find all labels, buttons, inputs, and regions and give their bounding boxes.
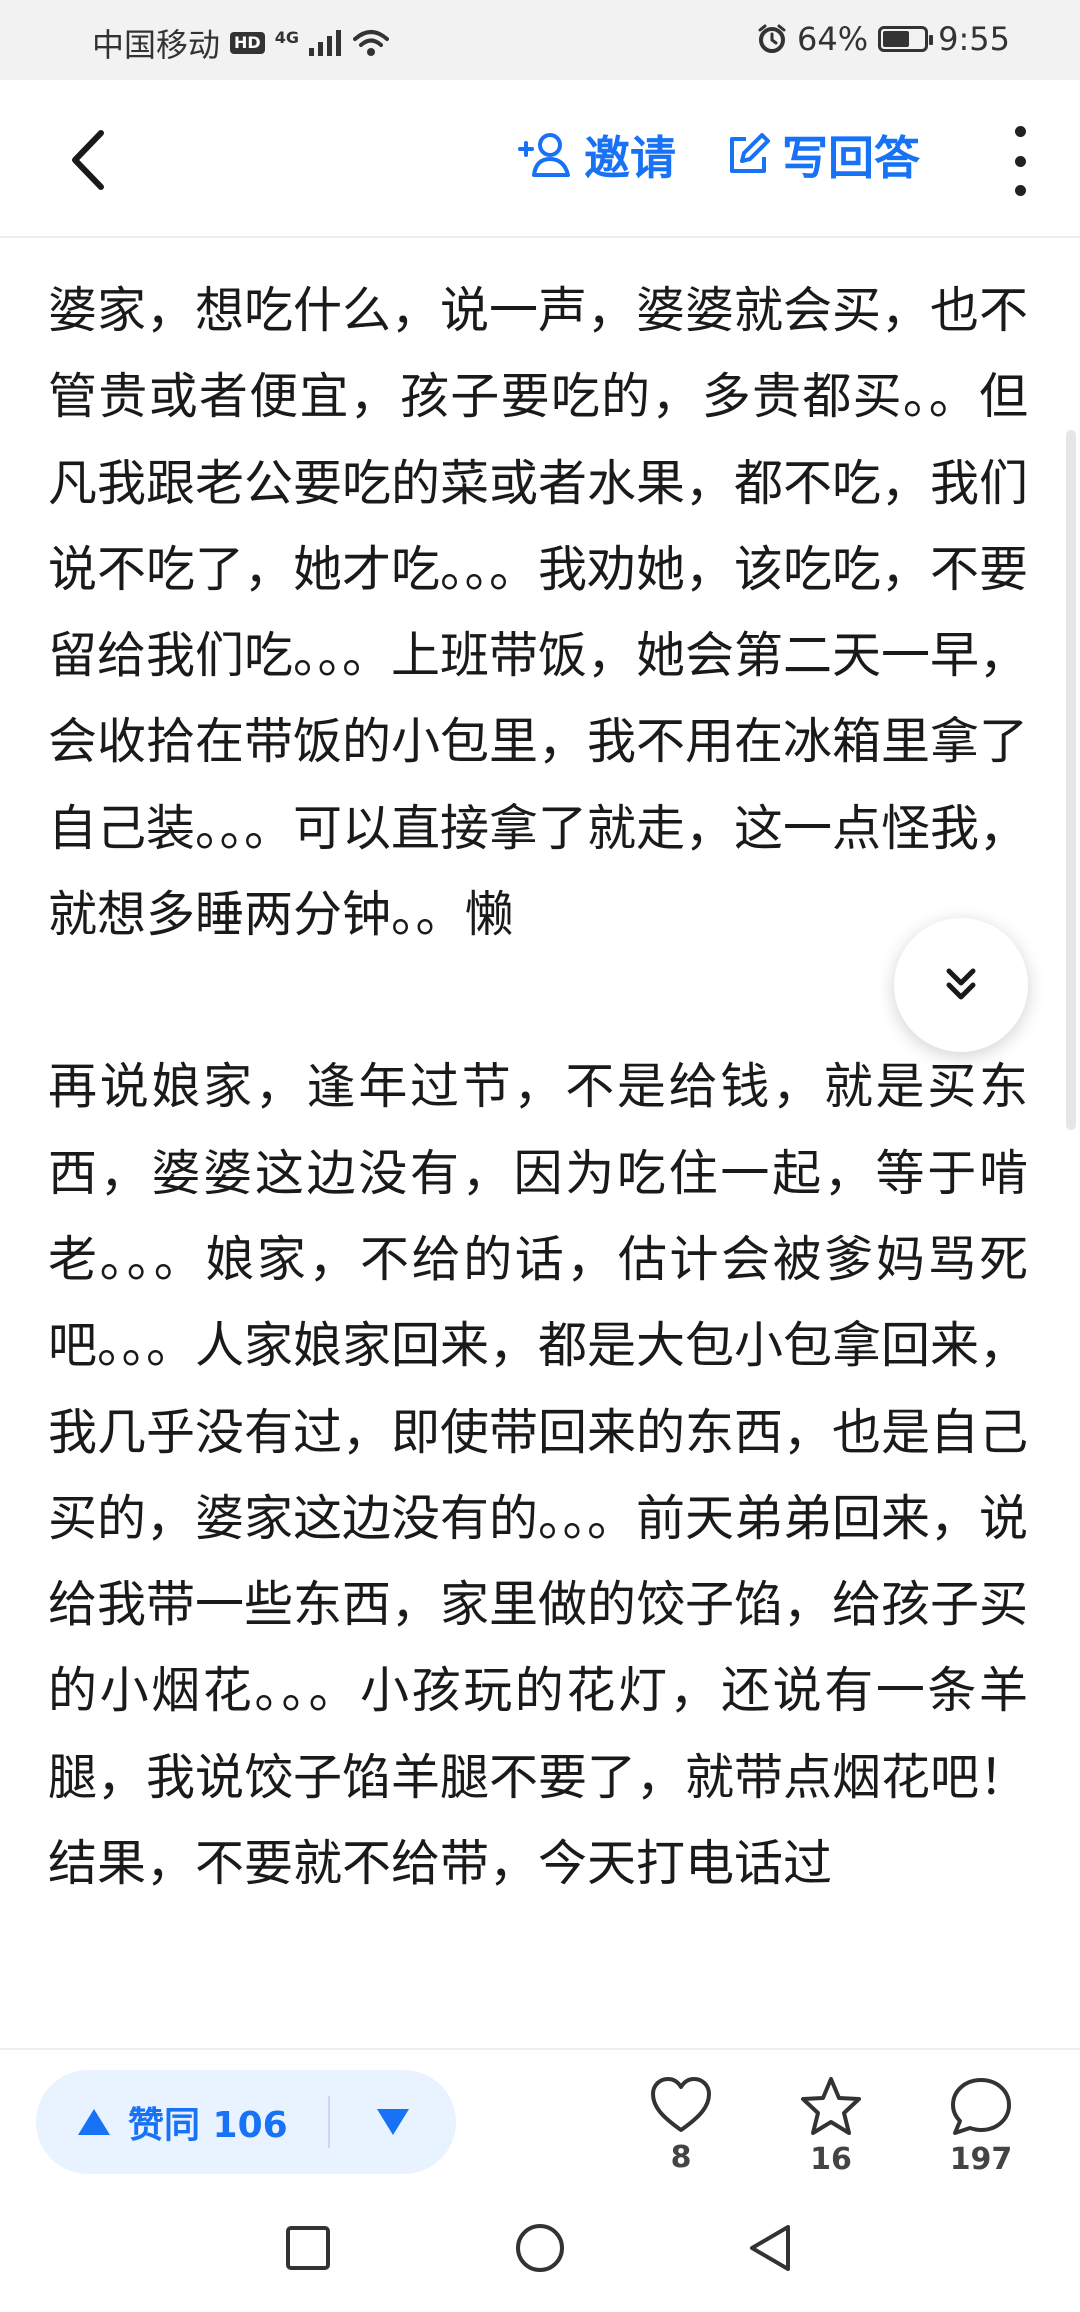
system-back-button[interactable] [730, 2208, 810, 2288]
comment-bubble-icon [951, 2078, 1011, 2135]
answer-paragraph: 再说娘家，逢年过节，不是给钱，就是买东西，婆婆这边没有，因为吃住一起，等于啃老。… [48, 1058, 1029, 1893]
write-answer-button[interactable]: 写回答 [726, 122, 920, 188]
recent-apps-button[interactable] [268, 2208, 348, 2288]
system-nav-bar [0, 2178, 1080, 2312]
network-type: 4G [274, 27, 299, 47]
write-answer-label: 写回答 [782, 131, 920, 185]
double-chevron-down-icon [946, 968, 976, 1000]
invite-label: 邀请 [584, 131, 676, 185]
carrier-name: 中国移动 [92, 26, 221, 64]
edit-icon [730, 133, 770, 173]
like-count: 8 [670, 2140, 692, 2175]
circle-icon [516, 2224, 564, 2272]
more-vertical-icon [1014, 126, 1026, 137]
triangle-back-icon [750, 2225, 790, 2271]
answer-action-bar: 赞同 106 8 16 197 [0, 2048, 1080, 2180]
invite-button[interactable]: 邀请 [518, 122, 676, 188]
status-right: 64% 9:55 [757, 20, 1010, 58]
star-icon [801, 2077, 861, 2135]
vote-control: 赞同 106 [36, 2070, 456, 2174]
answer-paragraph: 婆家，想吃什么，说一声，婆婆就会买，也不管贵或者便宜，孩子要吃的，多贵都买。。但… [48, 282, 1029, 944]
add-user-icon [518, 133, 570, 177]
downvote-button[interactable] [330, 2070, 456, 2174]
square-icon [286, 2226, 330, 2270]
scrollbar[interactable] [1066, 430, 1076, 1130]
answer-content: 婆家，想吃什么，说一声，婆婆就会买，也不管贵或者便宜，孩子要吃的，多贵都买。。但… [48, 268, 1028, 1907]
status-left: 中国移动 HD 4G [92, 20, 389, 66]
alarm-icon [758, 24, 786, 53]
upvote-button[interactable]: 赞同 106 [36, 2070, 288, 2174]
triangle-down-icon [376, 2109, 409, 2135]
battery-icon [878, 26, 934, 52]
upvote-label: 赞同 106 [128, 2105, 288, 2146]
wifi-icon [352, 30, 389, 56]
hd-badge: HD [230, 32, 265, 54]
like-button[interactable]: 8 [621, 2076, 741, 2175]
battery-percent: 64% [797, 20, 869, 58]
status-bar: 中国移动 HD 4G 64% 9:55 [0, 0, 1080, 80]
comment-count: 197 [949, 2142, 1013, 2177]
home-button[interactable] [500, 2208, 580, 2288]
answer-screen: 中国移动 HD 4G 64% 9:55 邀请 写回答 婆家，想吃什么，说一声，婆… [0, 0, 1080, 2312]
favorite-count: 16 [810, 2142, 852, 2177]
clock-time: 9:55 [938, 20, 1010, 58]
more-options-button[interactable] [1000, 126, 1040, 196]
scroll-down-button[interactable] [894, 918, 1028, 1052]
favorite-button[interactable]: 16 [771, 2076, 891, 2177]
top-nav: 邀请 写回答 [0, 80, 1080, 238]
comment-button[interactable]: 197 [921, 2076, 1041, 2177]
battery-level [883, 31, 909, 47]
back-arrow-icon [72, 130, 104, 190]
back-button[interactable] [52, 120, 122, 200]
triangle-up-icon [78, 2109, 110, 2135]
heart-icon [651, 2077, 711, 2132]
signal-icon [308, 30, 341, 56]
